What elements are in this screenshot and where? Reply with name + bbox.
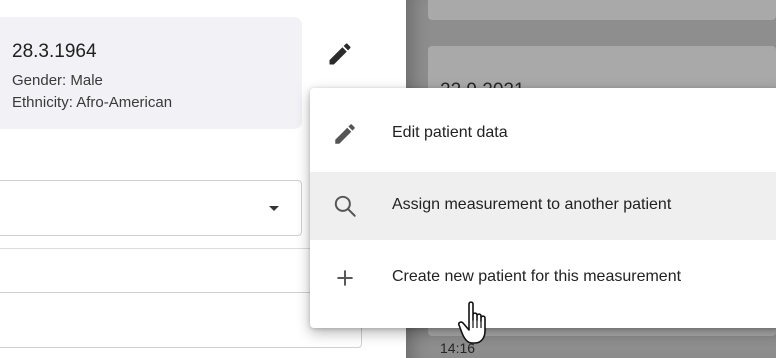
pencil-icon (332, 121, 358, 147)
hand-pointer-icon (458, 300, 498, 346)
menu-item-label: Create new patient for this measurement (392, 268, 682, 285)
patient-gender: Gender: Male (12, 72, 103, 89)
menu-item-create-patient[interactable]: Create new patient for this measurement (310, 244, 776, 312)
menu-item-edit-patient[interactable]: Edit patient data (310, 100, 776, 168)
divider (0, 248, 360, 249)
menu-item-assign-measurement[interactable]: Assign measurement to another patient (310, 172, 776, 240)
patient-info-card: 28.3.1964 Gender: Male Ethnicity: Afro-A… (0, 17, 302, 129)
plus-icon (332, 265, 358, 291)
patient-actions-menu: Edit patient data Assign measurement to … (310, 88, 776, 328)
search-icon (332, 193, 358, 219)
patient-select[interactable] (0, 180, 302, 236)
text-input-field[interactable] (0, 292, 362, 348)
measurement-card (428, 0, 776, 20)
edit-pencil-icon[interactable] (326, 40, 354, 68)
menu-item-label: Edit patient data (392, 124, 508, 141)
caret-down-icon (269, 206, 279, 211)
patient-birth-date: 28.3.1964 (12, 41, 97, 62)
menu-item-label: Assign measurement to another patient (392, 196, 672, 213)
patient-ethnicity: Ethnicity: Afro-American (12, 94, 173, 111)
